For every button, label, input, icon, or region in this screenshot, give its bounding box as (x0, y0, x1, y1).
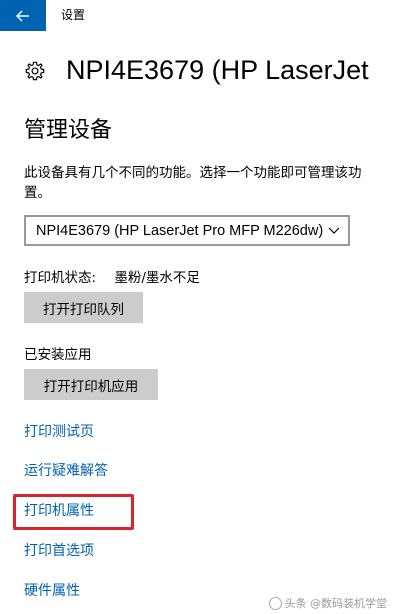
title-bar: 设置 (0, 0, 393, 31)
printer-status-label: 打印机状态: (24, 270, 97, 286)
description-line-2: 置。 (24, 185, 51, 201)
watermark: 头条 @数码装机学堂 (268, 595, 388, 611)
watermark-text: 头条 @数码装机学堂 (284, 597, 388, 610)
run-troubleshooter-link[interactable]: 运行疑难解答 (24, 461, 108, 481)
description-line-1: 此设备具有几个不同的功能。选择一个功能即可管理该功 (24, 165, 362, 181)
back-button[interactable] (0, 0, 46, 31)
open-printer-app-button[interactable]: 打开打印机应用 (24, 369, 158, 400)
device-select-value: NPI4E3679 (HP LaserJet Pro MFP M226dw) (36, 222, 324, 239)
window-title: 设置 (61, 8, 86, 22)
section-title: 管理设备 (24, 118, 113, 143)
printer-status-value: 墨粉/墨水不足 (114, 270, 200, 286)
page-header: NPI4E3679 (HP LaserJet (24, 52, 393, 92)
open-print-queue-button[interactable]: 打开打印队列 (24, 292, 143, 323)
highlight-box (13, 494, 134, 530)
gear-icon (25, 61, 45, 81)
chevron-down-icon (328, 227, 340, 234)
device-select[interactable]: NPI4E3679 (HP LaserJet Pro MFP M226dw) (24, 215, 350, 246)
back-arrow-icon (16, 10, 29, 21)
printing-preferences-link[interactable]: 打印首选项 (24, 541, 94, 561)
page-title: NPI4E3679 (HP LaserJet (66, 55, 369, 85)
print-test-page-link[interactable]: 打印测试页 (24, 422, 94, 442)
printer-status: 打印机状态: 墨粉/墨水不足 (24, 268, 200, 288)
installed-apps-label: 已安装应用 (24, 347, 92, 363)
watermark-logo-icon (268, 596, 282, 610)
hardware-properties-link[interactable]: 硬件属性 (24, 581, 80, 601)
